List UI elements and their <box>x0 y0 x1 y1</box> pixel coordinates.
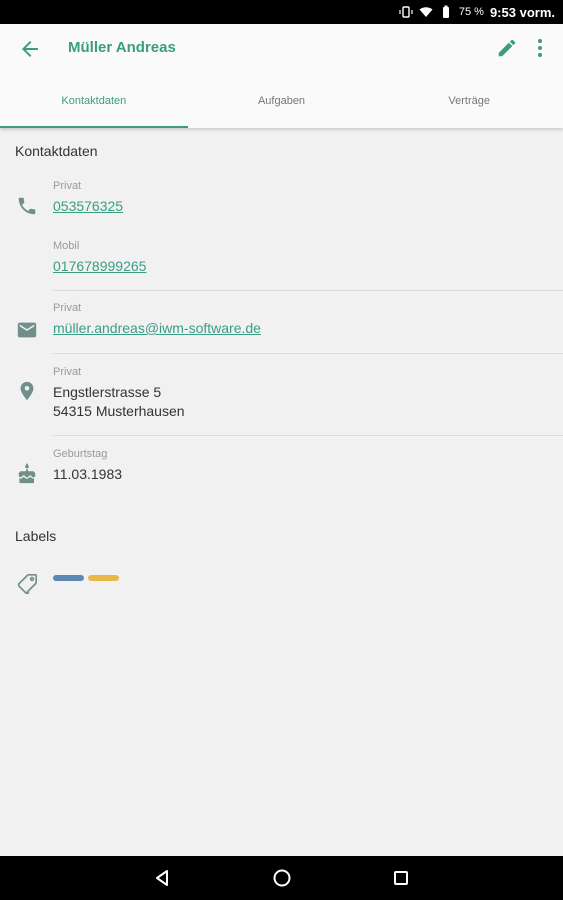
tab-vertraege[interactable]: Verträge <box>375 74 563 128</box>
status-bar: 75 % 9:53 vorm. <box>0 0 563 24</box>
birthday-value: 11.03.1983 <box>53 466 123 482</box>
address-line2: 54315 Musterhausen <box>53 403 185 419</box>
label-tag-icon <box>17 574 37 595</box>
battery-level: 75 % <box>458 6 484 18</box>
tab-kontaktdaten[interactable]: Kontaktdaten <box>0 74 188 128</box>
clock: 9:53 vorm. <box>489 4 555 20</box>
divider <box>53 435 563 436</box>
birthday-label: Geburtstag <box>53 448 108 460</box>
label-chip-yellow[interactable] <box>88 575 119 581</box>
tab-label: Aufgaben <box>257 95 306 107</box>
more-vert-icon[interactable] <box>530 37 550 59</box>
email-icon <box>17 322 37 338</box>
system-nav-bar <box>0 856 563 900</box>
back-arrow-icon[interactable] <box>18 37 42 61</box>
vibrate-icon <box>399 6 413 18</box>
phone-mobile-label: Mobil <box>53 240 80 252</box>
phone-mobile-link[interactable]: 017678999265 <box>53 257 146 276</box>
phone-icon <box>18 197 36 215</box>
tab-aufgaben[interactable]: Aufgaben <box>188 74 376 128</box>
address-label: Privat <box>53 366 82 378</box>
phone-private-link[interactable]: 053576325 <box>53 197 123 216</box>
label-chip-blue[interactable] <box>53 575 84 581</box>
section-title-contact: Kontaktdaten <box>15 143 98 159</box>
address-line1: Engstlerstrasse 5 <box>53 384 162 400</box>
phone-private-label: Privat <box>53 180 82 192</box>
edit-pencil-icon[interactable] <box>496 37 518 59</box>
battery-icon <box>442 5 449 18</box>
divider <box>53 290 563 291</box>
page-title: Müller Andreas <box>68 39 176 56</box>
app-bar: Müller Andreas <box>0 24 563 74</box>
wifi-icon <box>419 7 433 17</box>
nav-recents-icon[interactable] <box>390 867 412 889</box>
tab-label: Kontaktdaten <box>61 95 127 107</box>
location-pin-icon <box>20 381 34 401</box>
section-title-labels: Labels <box>15 528 57 544</box>
tab-label: Verträge <box>448 95 490 107</box>
nav-back-icon[interactable] <box>152 867 174 889</box>
tab-bar: Kontaktdaten Aufgaben Verträge <box>0 74 563 128</box>
divider <box>53 353 563 354</box>
nav-home-icon[interactable] <box>271 867 293 889</box>
email-link[interactable]: müller.andreas@iwm-software.de <box>53 319 261 338</box>
email-label: Privat <box>53 302 82 314</box>
cake-icon <box>18 463 36 484</box>
